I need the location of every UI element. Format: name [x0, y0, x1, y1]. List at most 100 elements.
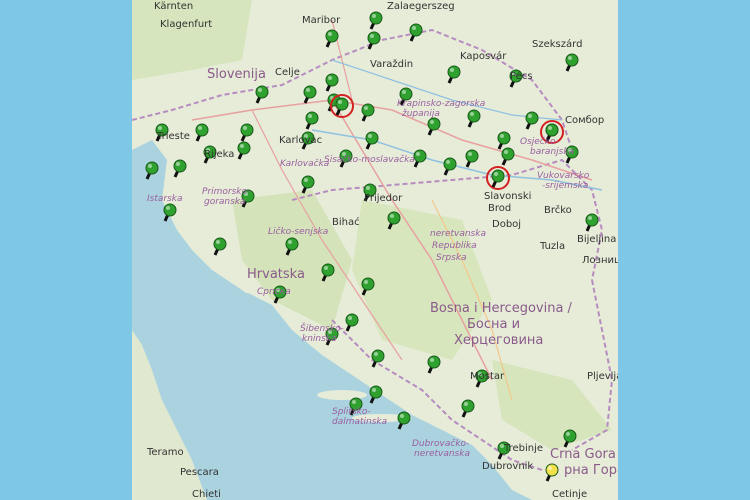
marker-shine	[306, 88, 310, 92]
marker-shine	[368, 134, 372, 138]
marker-shine	[166, 206, 170, 210]
marker-shine	[568, 56, 572, 60]
marker-head	[467, 109, 481, 123]
marker-shine	[500, 134, 504, 138]
island	[317, 390, 367, 400]
marker-shine	[338, 100, 342, 104]
marker-shine	[464, 402, 468, 406]
marker-head	[397, 411, 411, 425]
region-label: baranjska	[530, 147, 575, 157]
marker-shine	[328, 76, 332, 80]
country-label: рна Гора	[564, 463, 618, 478]
marker-head	[545, 463, 559, 477]
region-label: dalmatinska	[332, 417, 388, 427]
marker-shine	[548, 466, 552, 470]
marker-head	[565, 53, 579, 67]
region-label: Splitsko-	[332, 407, 371, 417]
city-label: Cetinje	[552, 489, 588, 500]
marker-head	[173, 159, 187, 173]
marker-shine	[446, 160, 450, 164]
marker-head	[305, 111, 319, 125]
country-label: Херцеговина	[454, 333, 544, 348]
city-label: Pécs	[510, 71, 533, 82]
marker-head	[367, 31, 381, 45]
city-label: Сомбор	[565, 115, 605, 126]
region-label: Ličko-senjska	[268, 227, 329, 237]
marker-head	[409, 23, 423, 37]
marker-shine	[400, 414, 404, 418]
region-label: županija	[402, 109, 440, 119]
region-label: neretvanska	[414, 449, 470, 459]
city-label: Kaposvár	[460, 51, 507, 62]
region-label: Српска	[257, 287, 291, 297]
marker-shine	[390, 214, 394, 218]
city-label: Klagenfurt	[160, 19, 213, 30]
marker-head	[237, 141, 251, 155]
marker-shine	[148, 164, 152, 168]
marker-shine	[258, 88, 262, 92]
marker-head	[447, 65, 461, 79]
country-label: Slovenija	[207, 67, 266, 82]
marker-head	[240, 123, 254, 137]
marker-shine	[348, 316, 352, 320]
city-label: Rijeka	[204, 149, 235, 160]
marker-shine	[176, 162, 180, 166]
marker-shine	[494, 172, 498, 176]
city-label: Slavonski	[484, 191, 532, 202]
city-label: Trieste	[157, 131, 190, 142]
city-label: Celje	[275, 67, 300, 78]
marker-head	[285, 237, 299, 251]
region-label: Istarska	[147, 194, 183, 204]
region-label: Primorsko-	[202, 187, 251, 197]
city-label: Prijedor	[364, 193, 403, 204]
marker-head	[335, 97, 349, 111]
marker-head	[213, 237, 227, 251]
city-label: Zalaegerszeg	[387, 1, 455, 12]
marker-head	[255, 85, 269, 99]
city-label: Dubrovnik	[482, 461, 534, 472]
city-label: Brod	[488, 203, 512, 214]
marker-shine	[548, 126, 552, 130]
region-label: Sisačko-moslavačka	[324, 155, 415, 165]
marker-shine	[240, 144, 244, 148]
marker-shine	[566, 432, 570, 436]
region-label: Srpska	[436, 253, 467, 263]
city-label: Varaždin	[370, 59, 414, 70]
city-label: Bijeljina	[577, 234, 617, 245]
marker-head	[413, 149, 427, 163]
marker-shine	[412, 26, 416, 30]
city-label: Brčko	[544, 205, 572, 216]
marker-shine	[374, 352, 378, 356]
marker-shine	[430, 358, 434, 362]
marker-head	[465, 149, 479, 163]
marker-head	[369, 11, 383, 25]
region-label: Osječko-	[520, 137, 559, 147]
marker-head	[365, 131, 379, 145]
marker-head	[427, 117, 441, 131]
city-label: Szekszárd	[532, 39, 583, 50]
region-label: kninska	[302, 334, 337, 344]
marker-head	[443, 157, 457, 171]
region-label: Šibensko-	[300, 324, 344, 334]
marker-head	[145, 161, 159, 175]
city-label: Bihać	[332, 217, 360, 228]
marker-shine	[352, 400, 356, 404]
marker-head	[497, 131, 511, 145]
marker-head	[195, 123, 209, 137]
marker-head	[303, 85, 317, 99]
city-label: Karlovac	[279, 135, 323, 146]
marker-head	[361, 277, 375, 291]
marker-head	[361, 103, 375, 117]
marker-head	[387, 211, 401, 225]
region-label: goranska	[204, 197, 246, 207]
marker-shine	[366, 186, 370, 190]
marker-head	[345, 313, 359, 327]
region-label: Karlovačka	[280, 159, 330, 169]
marker-head	[369, 385, 383, 399]
region-label: Vukovarsko	[537, 171, 590, 181]
region-label: neretvanska	[430, 229, 486, 239]
marker-head	[563, 429, 577, 443]
marker-head	[325, 29, 339, 43]
map-view[interactable]: Zalaegerszeg Kärnten Maribor Klagenfurt …	[132, 0, 618, 500]
city-label: Pljevlja	[587, 371, 618, 382]
